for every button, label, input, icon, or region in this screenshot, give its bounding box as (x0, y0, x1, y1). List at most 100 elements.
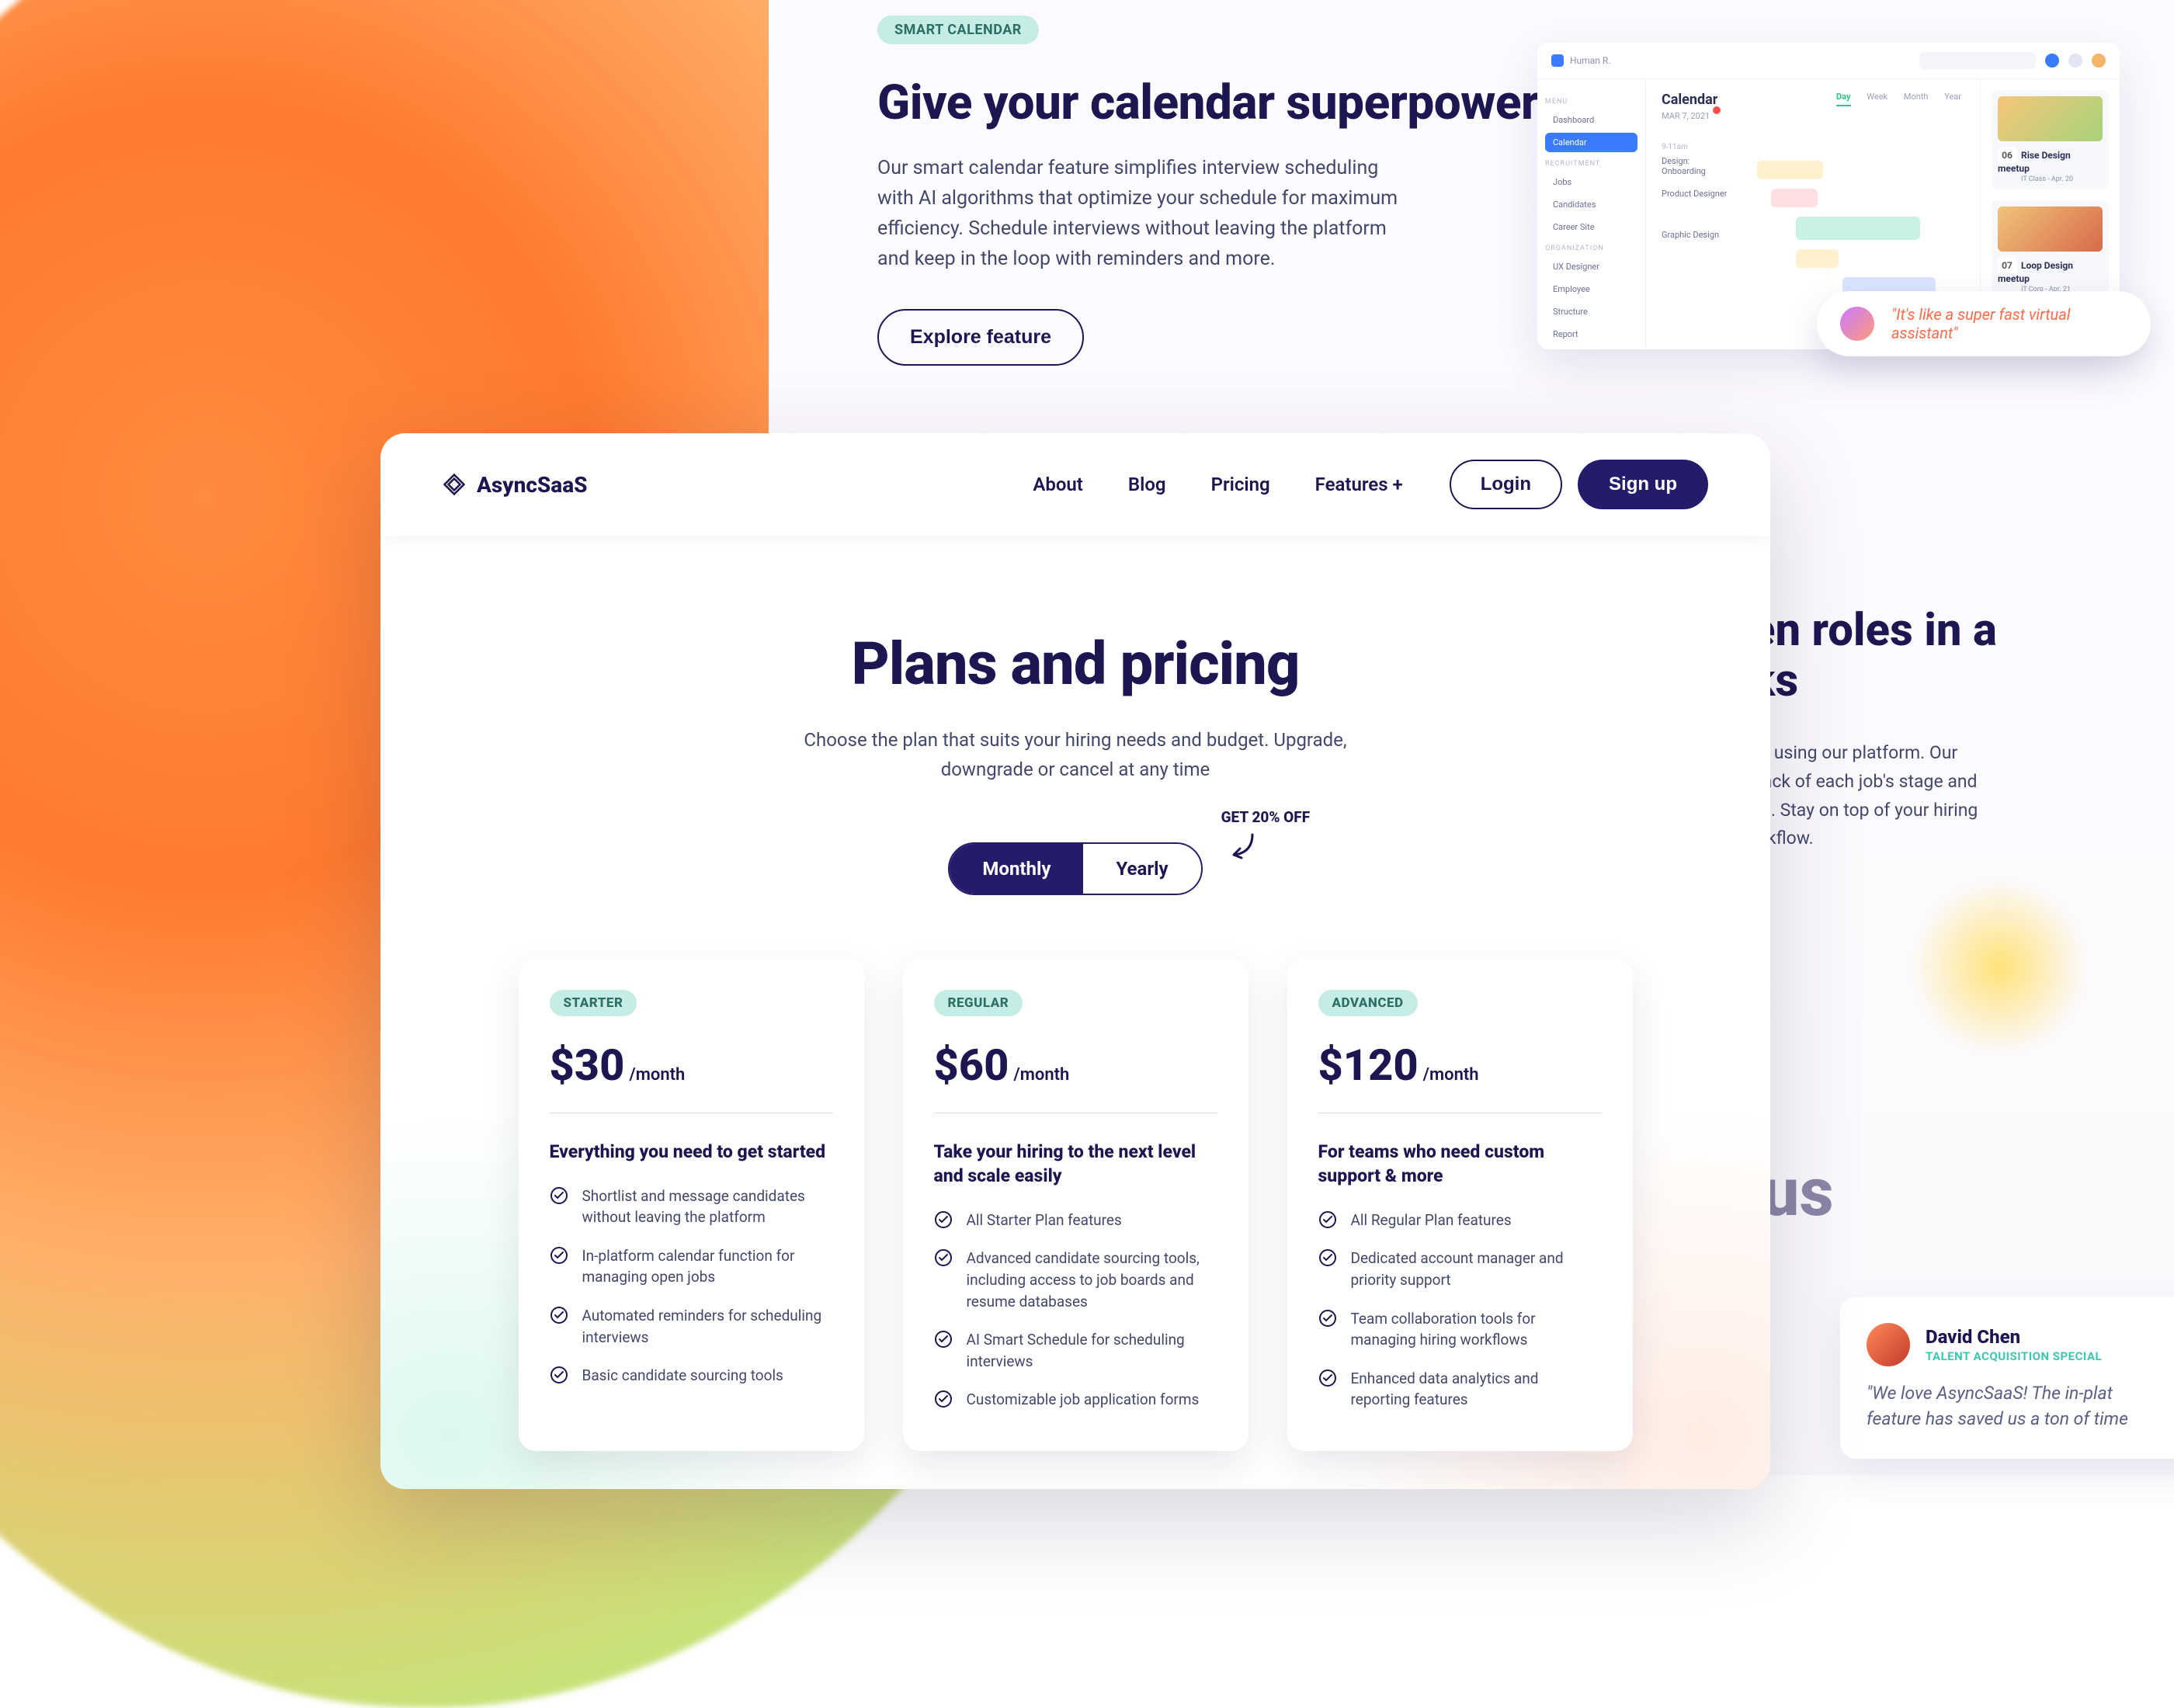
cal-side-calendar: Calendar (1545, 133, 1637, 152)
signup-button[interactable]: Sign up (1578, 460, 1708, 509)
cal-tab-year: Year (1944, 92, 1961, 102)
cal-side-label: MENU (1545, 98, 1637, 106)
nav-link-pricing[interactable]: Pricing (1211, 474, 1270, 495)
brand-name: AsyncSaaS (477, 472, 588, 498)
nav-link-features[interactable]: Features + (1315, 474, 1403, 495)
plan-feature: Customizable job application forms (967, 1389, 1200, 1411)
cal-tabs: Day Week Month Year (1822, 92, 1961, 102)
check-icon (934, 1330, 953, 1349)
plan-feature: In-platform calendar function for managi… (582, 1245, 833, 1288)
pricing-title: Plans and pricing (380, 629, 1770, 699)
cal-side-item: Settings (1545, 347, 1637, 349)
testimonial-card: David Chen TALENT ACQUISITION SPECIAL "W… (1840, 1297, 2174, 1459)
check-icon (1318, 1309, 1337, 1328)
plan-feature: Dedicated account manager and priority s… (1351, 1248, 1602, 1290)
plan-feature: Basic candidate sourcing tools (582, 1365, 783, 1387)
check-icon (934, 1390, 953, 1408)
plan-tagline: Everything you need to get started (550, 1140, 833, 1164)
plan-feature: Automated reminders for scheduling inter… (582, 1305, 833, 1348)
testimonial-quote: "We love AsyncSaaS! The in-plat feature … (1867, 1380, 2174, 1432)
cal-side-dashboard: Dashboard (1545, 110, 1637, 130)
cal-tab-month: Month (1904, 92, 1929, 102)
quote-text: "It's like a super fast virtual assistan… (1891, 305, 2127, 342)
cal-side-item: Career Site (1545, 217, 1637, 237)
calendar-logo-icon (1551, 54, 1564, 67)
plan-price: $120 (1318, 1040, 1419, 1091)
cal-date: MAR 7, 2021 (1662, 111, 1710, 121)
plan-feature: Advanced candidate sourcing tools, inclu… (967, 1248, 1217, 1312)
cal-side-item: Jobs (1545, 172, 1637, 192)
cal-col-time: 9-11am (1662, 143, 1735, 151)
plan-card-advanced: ADVANCED $120 /month For teams who need … (1287, 959, 1633, 1451)
plan-badge: ADVANCED (1318, 990, 1418, 1016)
plan-period: /month (629, 1065, 685, 1085)
brand-logo-icon (443, 473, 466, 496)
pricing-window: AsyncSaaS About Blog Pricing Features + … (380, 433, 1770, 1489)
plan-card-regular: REGULAR $60 /month Take your hiring to t… (903, 959, 1248, 1451)
plan-price: $30 (550, 1040, 625, 1091)
plan-tagline: For teams who need custom support & more (1318, 1140, 1602, 1188)
check-icon (550, 1306, 568, 1324)
check-icon (550, 1366, 568, 1384)
cal-chip (1771, 189, 1818, 207)
toggle-yearly[interactable]: Yearly (1083, 844, 1200, 894)
plans-row: STARTER $30 /month Everything you need t… (380, 895, 1770, 1451)
nav-link-about[interactable]: About (1033, 474, 1083, 495)
feature-smart-calendar: SMART CALENDAR Give your calendar superp… (877, 16, 2120, 366)
calendar-action-icon (2045, 54, 2059, 68)
cal-row: Design: Onboarding (1662, 151, 1735, 181)
plan-feature: All Regular Plan features (1351, 1210, 1512, 1231)
check-icon (1318, 1210, 1337, 1229)
cal-side-item: Report (1545, 325, 1637, 344)
cal-event-card: 06Rise Design meetup IT Class - Apr. 20 (1992, 90, 2109, 189)
check-icon (1318, 1369, 1337, 1387)
plan-period: /month (1013, 1065, 1069, 1085)
check-icon (550, 1186, 568, 1205)
feature-body: Our smart calendar feature simplifies in… (877, 154, 1413, 274)
cal-side-item: Employee (1545, 279, 1637, 299)
cal-side-item: Candidates (1545, 195, 1637, 214)
calendar-brand: Human R. (1570, 55, 1610, 66)
testimonial-avatar-icon (1867, 1323, 1910, 1366)
pricing-subtitle: Choose the plan that suits your hiring n… (380, 725, 1770, 785)
cal-tab-day: Day (1836, 92, 1851, 106)
calendar-avatar-icon (2092, 54, 2106, 68)
cal-event-card: 07Loop Design meetup IT Corp - Apr. 21 (1992, 200, 2109, 300)
cal-row: Graphic Design (1662, 225, 1735, 245)
cal-chip (1757, 161, 1823, 179)
nav-link-blog[interactable]: Blog (1128, 474, 1166, 495)
toggle-monthly[interactable]: Monthly (950, 844, 1083, 894)
cal-row: Product Designer (1662, 184, 1735, 203)
login-button[interactable]: Login (1450, 460, 1562, 509)
testimonial-name: David Chen (1926, 1326, 2102, 1348)
check-icon (934, 1248, 953, 1267)
cal-side-label: RECRUITMENT (1545, 160, 1637, 168)
check-icon (1318, 1248, 1337, 1267)
brand[interactable]: AsyncSaaS (443, 472, 588, 498)
calendar-alert-dot (1713, 106, 1721, 114)
plan-feature: All Starter Plan features (967, 1210, 1122, 1231)
explore-feature-button[interactable]: Explore feature (877, 309, 1084, 366)
check-icon (550, 1246, 568, 1265)
plan-price: $60 (934, 1040, 1009, 1091)
top-nav: AsyncSaaS About Blog Pricing Features + … (380, 433, 1770, 536)
plan-card-starter: STARTER $30 /month Everything you need t… (519, 959, 864, 1451)
cal-chip (1796, 249, 1839, 268)
calendar-notif-icon (2068, 54, 2082, 68)
plan-period: /month (1423, 1065, 1479, 1085)
testimonial-role: TALENT ACQUISITION SPECIAL (1926, 1349, 2102, 1363)
plan-feature: Enhanced data analytics and reporting fe… (1351, 1368, 1602, 1411)
discount-callout: GET 20% OFF (1221, 808, 1311, 826)
discount-arrow-icon (1226, 831, 1257, 863)
cal-chip (1796, 217, 1920, 240)
plan-badge: STARTER (550, 990, 637, 1016)
plan-feature: Shortlist and message candidates without… (582, 1186, 833, 1228)
billing-toggle: Monthly Yearly (948, 842, 1202, 895)
cal-side-item: UX Designer (1545, 257, 1637, 276)
plan-badge: REGULAR (934, 990, 1023, 1016)
plan-feature: Team collaboration tools for managing hi… (1351, 1308, 1602, 1351)
check-icon (934, 1210, 953, 1229)
plan-feature: AI Smart Schedule for scheduling intervi… (967, 1329, 1217, 1372)
quote-avatar-icon (1840, 307, 1874, 341)
background-roles-block: en roles in aks se using our platform. O… (1751, 606, 2077, 853)
